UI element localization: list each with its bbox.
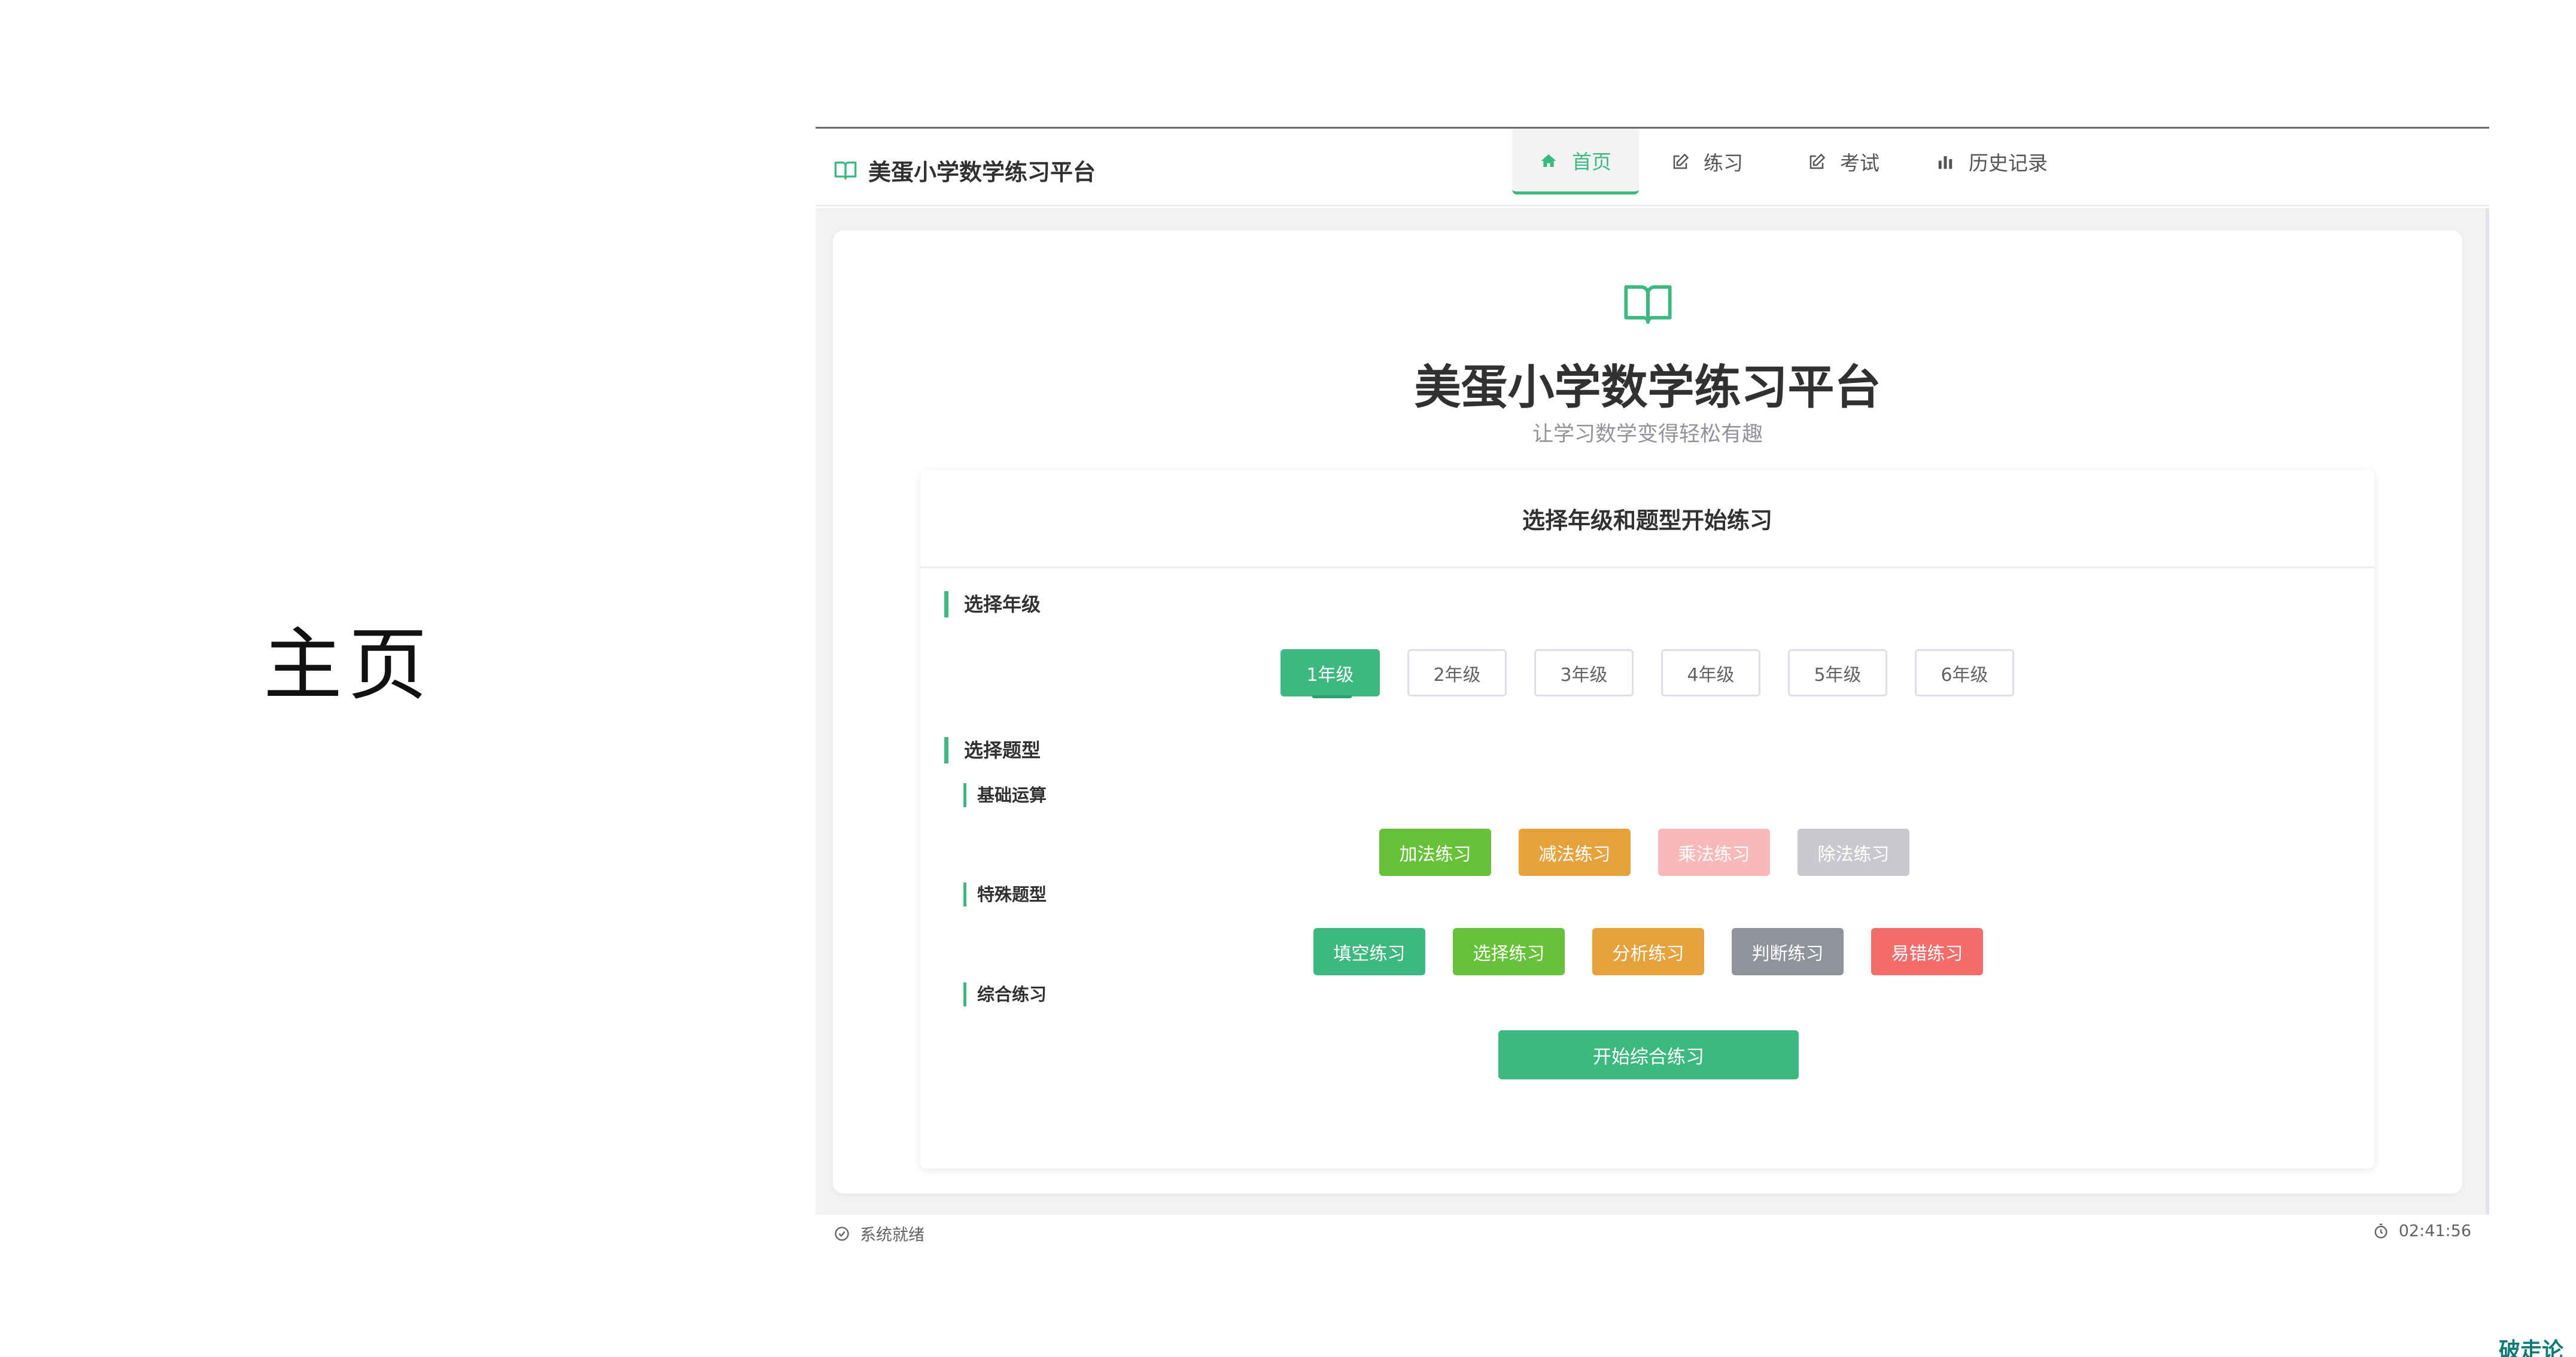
- timer-icon: [2373, 1223, 2389, 1240]
- tab-practice[interactable]: 练习: [1639, 129, 1775, 194]
- grade-button-2[interactable]: 2年级: [1407, 649, 1507, 696]
- home-card: 美蛋小学数学练习平台 让学习数学变得轻松有趣 选择年级和题型开始练习 选择年级 …: [833, 230, 2462, 1194]
- mistakes-practice-button[interactable]: 易错练习: [1871, 928, 1983, 975]
- division-practice-button[interactable]: 除法练习: [1798, 829, 1909, 876]
- subtraction-practice-button[interactable]: 减法练习: [1519, 829, 1631, 876]
- bar-chart-icon: [1936, 153, 1954, 171]
- selection-card: 选择年级和题型开始练习 选择年级 1年级 2年级 3年级 4年级 5年级 6年级…: [920, 470, 2374, 1169]
- hero-subtitle: 让学习数学变得轻松有趣: [1532, 422, 1763, 446]
- basic-ops-buttons: 加法练习 减法练习 乘法练习 除法练习: [1379, 829, 1909, 876]
- tab-home[interactable]: 首页: [1512, 129, 1639, 194]
- grade-button-1[interactable]: 1年级: [1281, 649, 1380, 698]
- watermark: 破走论坛: [2499, 1338, 2564, 1357]
- status-right: 02:41:56: [2373, 1222, 2471, 1240]
- fill-blank-practice-button[interactable]: 填空练习: [1313, 928, 1425, 975]
- brand-title: 美蛋小学数学练习平台: [868, 159, 1096, 185]
- tab-exam-label: 考试: [1840, 151, 1879, 175]
- status-text: 系统就绪: [860, 1226, 924, 1245]
- book-open-icon: [1621, 278, 1675, 331]
- grade-selector: 1年级 2年级 3年级 4年级 5年级 6年级: [1281, 649, 2042, 698]
- nav-tabs: 首页 练习 考试 历史记录: [1512, 129, 2072, 194]
- multiplication-practice-button[interactable]: 乘法练习: [1658, 829, 1770, 876]
- choice-practice-button[interactable]: 选择练习: [1453, 928, 1565, 975]
- app-window: 美蛋小学数学练习平台 首页 练习 考试 历史记录 美蛋小学数学练习平台 让学习数…: [816, 127, 2489, 1253]
- status-bar: 系统就绪 02:41:56: [816, 1215, 2489, 1253]
- page-label: 主页: [263, 619, 433, 711]
- navbar: 美蛋小学数学练习平台 首页 练习 考试 历史记录: [816, 129, 2489, 206]
- judge-practice-button[interactable]: 判断练习: [1732, 928, 1844, 975]
- grade-button-6[interactable]: 6年级: [1915, 649, 2014, 696]
- tab-exam[interactable]: 考试: [1775, 129, 1912, 194]
- tab-history-label: 历史记录: [1969, 151, 2048, 175]
- edit-icon: [1671, 153, 1689, 171]
- special-types-buttons: 填空练习 选择练习 分析练习 判断练习 易错练习: [1313, 928, 1983, 975]
- comprehensive-label: 综合练习: [963, 982, 1047, 1006]
- home-icon: [1540, 151, 1558, 169]
- type-section-label: 选择题型: [944, 737, 1041, 763]
- grade-button-3[interactable]: 3年级: [1534, 649, 1634, 696]
- selection-header: 选择年级和题型开始练习: [920, 470, 2374, 568]
- tab-home-label: 首页: [1572, 150, 1611, 174]
- analysis-practice-button[interactable]: 分析练习: [1592, 928, 1704, 975]
- brand[interactable]: 美蛋小学数学练习平台: [834, 154, 1096, 187]
- edit-icon: [1808, 153, 1826, 171]
- addition-practice-button[interactable]: 加法练习: [1379, 829, 1491, 876]
- status-left: 系统就绪: [834, 1222, 924, 1245]
- grade-button-5[interactable]: 5年级: [1788, 649, 1887, 696]
- hero-title: 美蛋小学数学练习平台: [1414, 361, 1881, 415]
- tab-history[interactable]: 历史记录: [1912, 129, 2072, 194]
- clock-text: 02:41:56: [2398, 1222, 2471, 1240]
- grade-section-label: 选择年级: [944, 591, 1041, 617]
- basic-ops-label: 基础运算: [963, 783, 1047, 807]
- check-circle-icon: [834, 1225, 850, 1242]
- grade-button-4[interactable]: 4年级: [1661, 649, 1760, 696]
- content-area: 美蛋小学数学练习平台 让学习数学变得轻松有趣 选择年级和题型开始练习 选择年级 …: [816, 208, 2489, 1215]
- special-types-label: 特殊题型: [963, 883, 1047, 906]
- tab-practice-label: 练习: [1704, 151, 1743, 175]
- start-comprehensive-button[interactable]: 开始综合练习: [1498, 1030, 1799, 1079]
- book-open-icon: [834, 159, 857, 182]
